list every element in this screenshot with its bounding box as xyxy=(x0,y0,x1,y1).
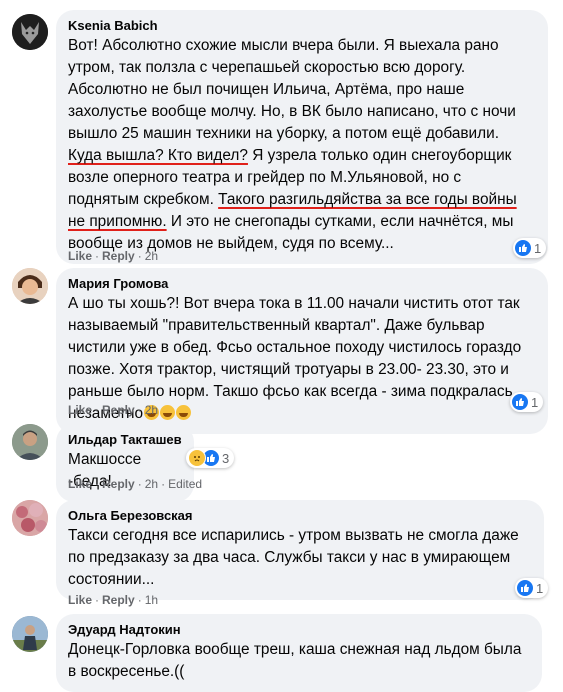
reaction-count-number: 1 xyxy=(531,394,539,410)
comment-author[interactable]: Ильдар Такташев xyxy=(68,432,182,448)
like-reaction-icon xyxy=(512,394,528,410)
like-button[interactable]: Like xyxy=(68,477,92,491)
person-avatar-icon xyxy=(12,616,48,652)
comment-author[interactable]: Мария Громова xyxy=(68,276,536,292)
reaction-count[interactable]: 1 xyxy=(515,578,549,598)
comment-bubble: Ольга Березовская Такси сегодня все испа… xyxy=(56,500,544,600)
reaction-count-number: 1 xyxy=(536,580,544,596)
sad-reaction-icon xyxy=(188,449,206,467)
like-reaction-icon xyxy=(517,580,533,596)
edited-label[interactable]: Edited xyxy=(168,477,202,491)
avatar[interactable] xyxy=(12,616,48,652)
timestamp[interactable]: 2h xyxy=(145,249,158,263)
reply-button[interactable]: Reply xyxy=(102,403,135,417)
reply-button[interactable]: Reply xyxy=(102,249,135,263)
avatar[interactable] xyxy=(12,424,48,460)
wolf-avatar-icon xyxy=(12,14,48,50)
comment-actions: Like · Reply · 2h · Edited xyxy=(68,477,203,491)
comment-text-part: Такси сегодня все испарились - утром выз… xyxy=(68,527,519,588)
grinning-emoji-icon xyxy=(176,405,192,420)
comment-text: Донецк-Горловка вообще треш, каша снежна… xyxy=(68,639,530,683)
comment-actions: Like · Reply · 2h xyxy=(68,403,159,417)
like-button[interactable]: Like xyxy=(68,593,92,607)
comment-text: Такси сегодня все испарились - утром выз… xyxy=(68,525,532,591)
reaction-count-number: 3 xyxy=(222,450,230,466)
comment-text: Вот! Абсолютно схожие мысли вчера были. … xyxy=(68,35,536,255)
timestamp[interactable]: 1h xyxy=(145,593,158,607)
like-reaction-icon xyxy=(515,240,531,256)
comment-actions: Like · Reply · 1h xyxy=(68,593,159,607)
comment-author[interactable]: Ksenia Babich xyxy=(68,18,536,34)
comment-author[interactable]: Ольга Березовская xyxy=(68,508,532,524)
avatar[interactable] xyxy=(12,14,48,50)
like-button[interactable]: Like xyxy=(68,249,92,263)
avatar[interactable] xyxy=(12,500,48,536)
reaction-count[interactable]: 3 xyxy=(186,448,235,468)
person-avatar-icon xyxy=(12,424,48,460)
underlined-text: Куда вышла? Кто видел? xyxy=(68,147,248,164)
comment-text-part: Донецк-Горловка вообще треш, каша снежна… xyxy=(68,641,522,680)
avatar[interactable] xyxy=(12,268,48,304)
reaction-count-number: 1 xyxy=(534,240,542,256)
comment-text-part: Вот! Абсолютно схожие мысли вчера были. … xyxy=(68,37,516,142)
reaction-count[interactable]: 1 xyxy=(510,392,544,412)
reply-button[interactable]: Reply xyxy=(102,477,135,491)
comment-bubble: Эдуард Надтокин Донецк-Горловка вообще т… xyxy=(56,614,542,692)
grinning-emoji-icon xyxy=(160,405,176,420)
comment-author[interactable]: Эдуард Надтокин xyxy=(68,622,530,638)
comment-actions: Like · Reply · 2h xyxy=(68,249,159,263)
person-avatar-icon xyxy=(12,268,48,304)
like-button[interactable]: Like xyxy=(68,403,92,417)
reply-button[interactable]: Reply xyxy=(102,593,135,607)
timestamp[interactable]: 2h xyxy=(145,477,158,491)
timestamp[interactable]: 2h xyxy=(145,403,158,417)
reaction-count[interactable]: 1 xyxy=(513,238,547,258)
comment-bubble: Ksenia Babich Вот! Абсолютно схожие мысл… xyxy=(56,10,548,264)
flowers-avatar-icon xyxy=(12,500,48,536)
